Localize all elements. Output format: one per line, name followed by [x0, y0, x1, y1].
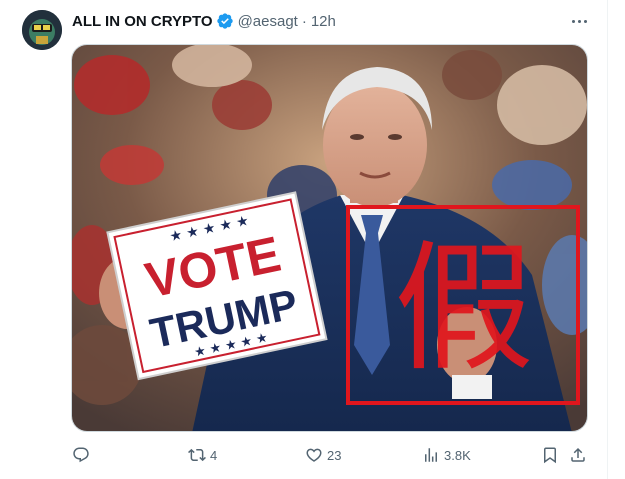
display-name[interactable]: ALL IN ON CRYPTO [72, 13, 213, 30]
timeline-divider [607, 0, 608, 479]
views-icon [425, 448, 437, 462]
separator-dot: · [301, 12, 307, 30]
tweet-media-image[interactable]: ★ ★ ★ ★ ★ VOTE TRUMP ★ ★ ★ ★ ★ 假 [71, 44, 588, 432]
more-icon[interactable] [569, 12, 589, 30]
like-button[interactable]: 23 [305, 443, 341, 467]
bookmark-icon [544, 447, 556, 464]
share-button[interactable] [569, 443, 587, 467]
share-icon [571, 447, 585, 462]
views-button[interactable]: 3.8K [422, 443, 471, 467]
tweet[interactable]: ALL IN ON CRYPTO @aesagt · 12h ★ ★ ★ ★ ★… [0, 0, 625, 479]
retweet-button[interactable]: 4 [188, 443, 217, 467]
retweet-count: 4 [210, 447, 218, 463]
tweet-actions: 4 23 3.8K [72, 443, 592, 467]
bookmark-button[interactable] [541, 443, 559, 467]
reply-icon [73, 447, 89, 463]
avatar-image [22, 10, 62, 50]
fake-stamp-character: 假 [394, 228, 534, 391]
like-count: 23 [327, 447, 342, 463]
tweet-header: ALL IN ON CRYPTO @aesagt · 12h [72, 11, 336, 31]
heart-icon [306, 448, 322, 462]
user-handle[interactable]: @aesagt [238, 13, 298, 30]
retweet-icon [188, 448, 206, 462]
timestamp[interactable]: 12h [311, 13, 336, 30]
views-count: 3.8K [444, 447, 471, 463]
verified-badge-icon [216, 12, 234, 30]
avatar[interactable] [22, 10, 62, 50]
reply-button[interactable] [72, 443, 90, 467]
